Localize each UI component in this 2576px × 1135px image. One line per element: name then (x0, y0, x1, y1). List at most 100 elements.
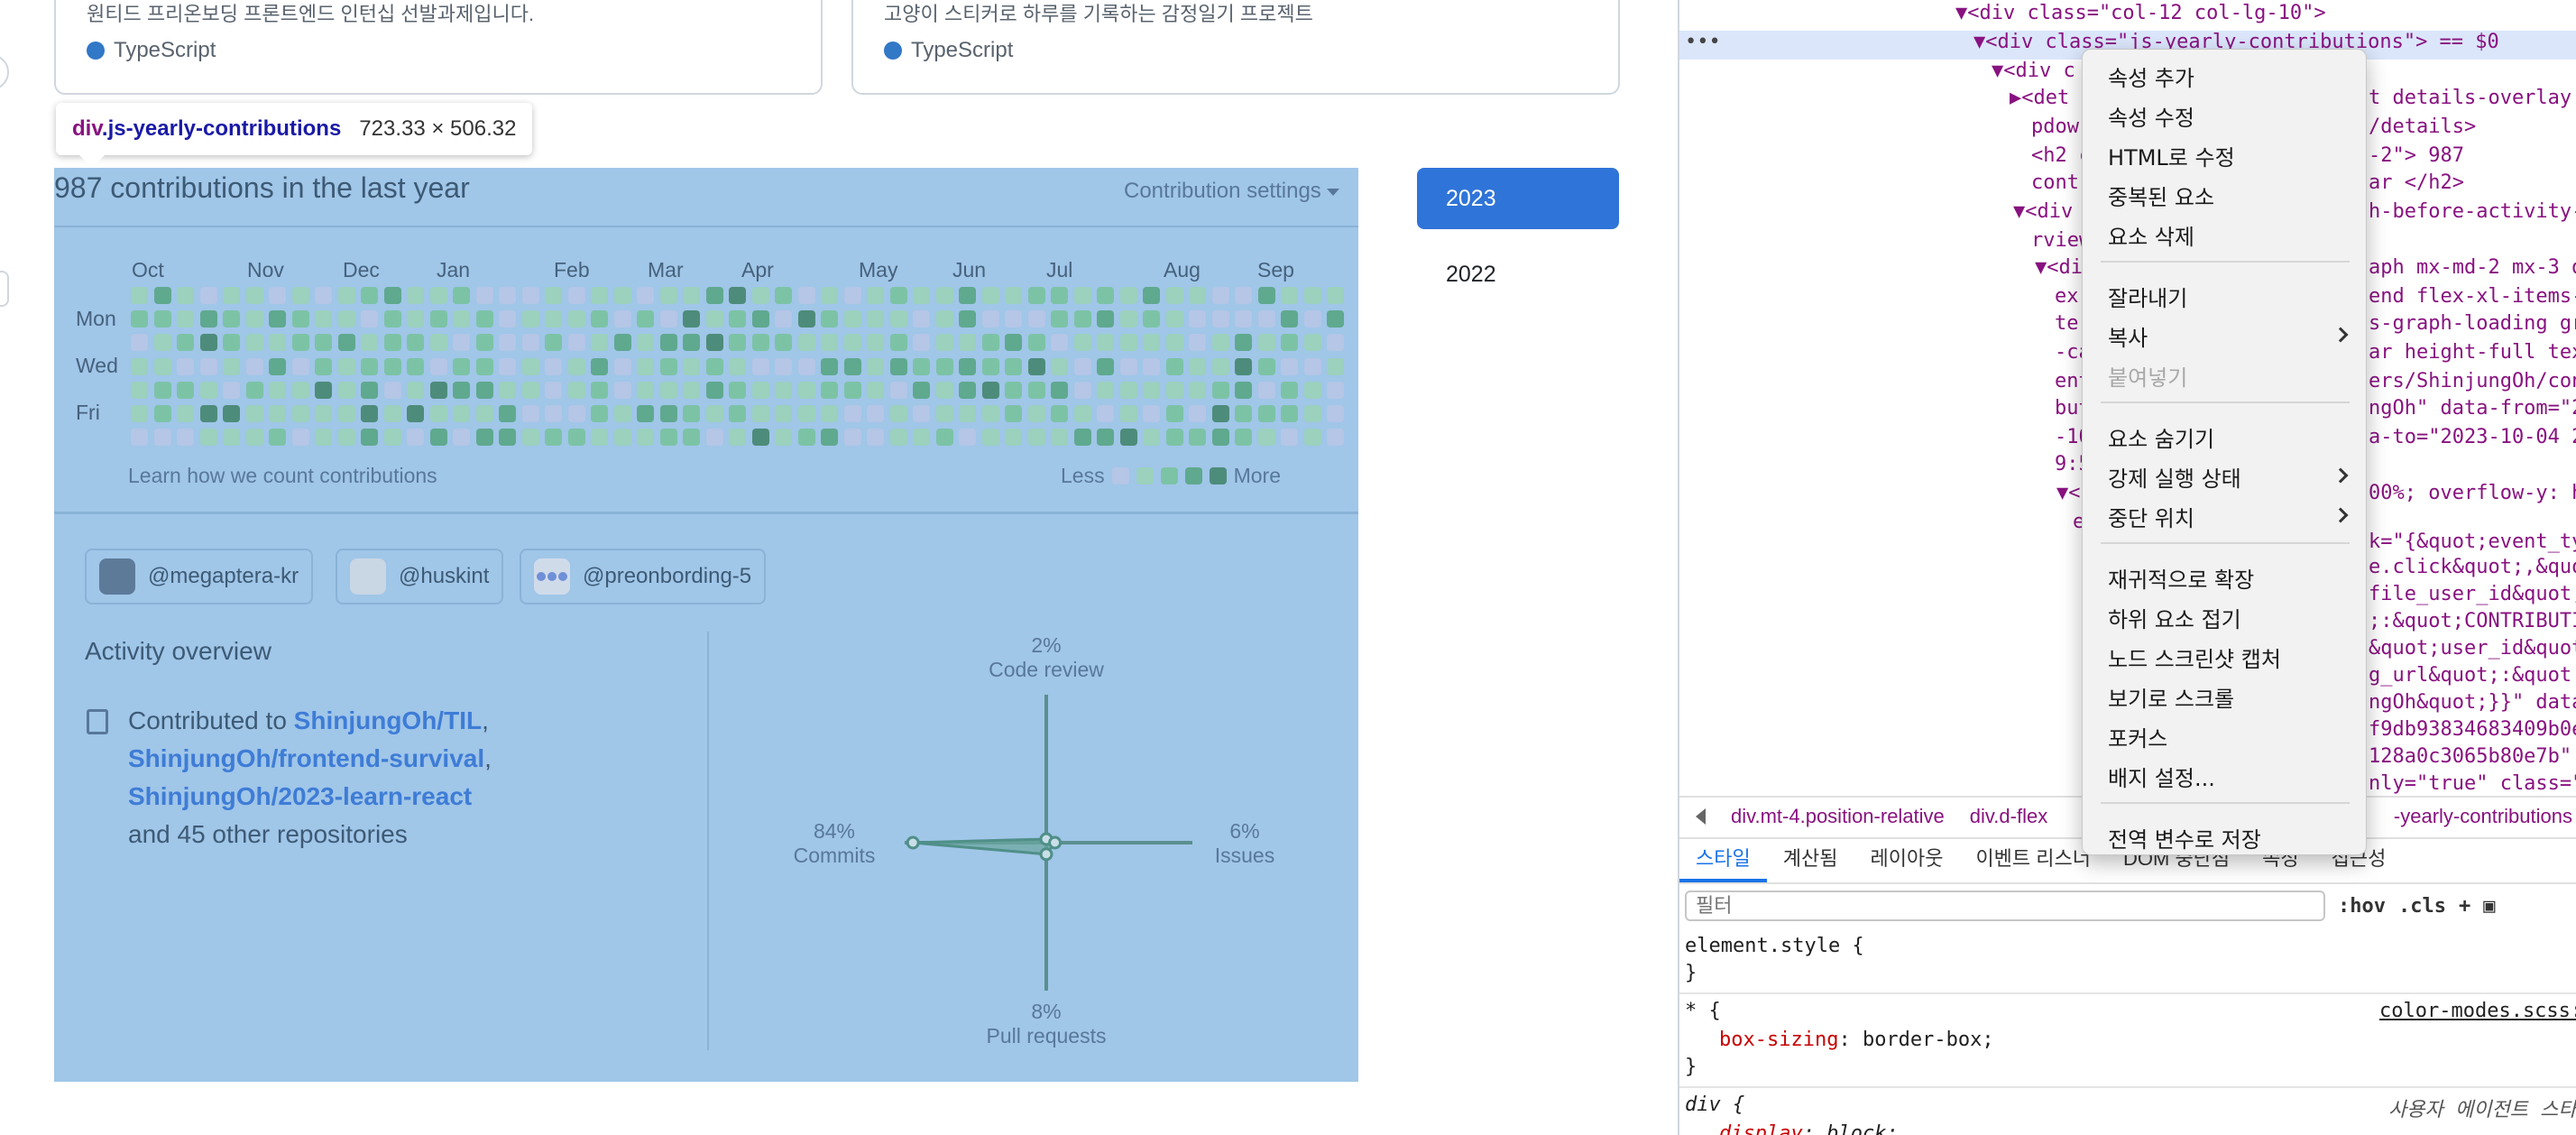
dom-attr-fragment[interactable]: f9db93834683409b0e (2369, 718, 2576, 741)
context-menu-item[interactable]: 요소 숨기기 (2108, 421, 2214, 453)
dom-attr-fragment[interactable]: a-to="2023-10-04 2 (2369, 426, 2576, 448)
dom-attr-fragment[interactable]: ngOh&quot;}}" data- (2369, 691, 2576, 714)
dom-attr-fragment[interactable]: file_user_id&quot; (2369, 583, 2576, 605)
menu-separator (2101, 401, 2350, 403)
dom-attr-fragment[interactable]: 128a0c3065b80e7b" (2369, 745, 2571, 768)
context-menu-item[interactable]: 전역 변수로 저장 (2108, 822, 2261, 854)
activity-point (906, 835, 920, 850)
submenu-arrow-icon (2332, 467, 2349, 484)
year-button-2022[interactable]: 2022 (1417, 245, 1619, 303)
dom-node-line[interactable]: ▼<div (2013, 200, 2073, 223)
user-agent-label: 사용자 에이전트 스타일 (2388, 1099, 2576, 1121)
dom-attr-fragment[interactable]: h-before-activity- (2369, 200, 2576, 223)
context-menu-item[interactable]: HTML로 수정 (2108, 140, 2235, 171)
inspect-tooltip: div.js-yearly-contributions 723.33 × 506… (56, 103, 533, 168)
commits-pct: 84% (813, 819, 856, 843)
styles-filter-input[interactable] (1685, 890, 2325, 921)
context-menu-item[interactable]: 속성 수정 (2108, 100, 2194, 132)
context-menu-item[interactable]: 강제 실행 상태 (2108, 461, 2241, 493)
add-rule-icon[interactable]: + (2459, 895, 2470, 918)
style-value: : border-box; (1838, 1029, 1994, 1051)
style-separator (1679, 1086, 2576, 1088)
dom-attr-fragment[interactable]: nly="true" class=" (2369, 772, 2576, 795)
code-review-text: Code review (989, 658, 1104, 681)
commits-label: 84% Commits (776, 819, 893, 868)
context-menu-item[interactable]: 보기로 스크롤 (2108, 681, 2234, 713)
breadcrumb-item[interactable]: div.d-flex (1970, 805, 2047, 828)
cls-toggle[interactable]: .cls (2398, 895, 2446, 918)
submenu-arrow-icon (2332, 507, 2349, 523)
context-menu-item[interactable]: 중단 위치 (2108, 501, 2194, 532)
dom-attr-fragment[interactable]: ngOh" data-from="2 (2369, 397, 2576, 420)
scroll-left-icon[interactable] (1696, 808, 1706, 825)
paint-icon[interactable]: ▣ (2483, 895, 2495, 918)
dom-attr-fragment[interactable]: ers/ShinjungOh/con (2369, 370, 2576, 392)
context-menu-item[interactable]: 배지 설정... (2108, 761, 2215, 792)
dom-attr-fragment[interactable]: -2"> 987 (2369, 144, 2464, 167)
hov-toggle[interactable]: :hov (2338, 895, 2386, 918)
issues-text: Issues (1214, 844, 1275, 867)
dom-attr-fragment[interactable]: ar height-full tex (2369, 341, 2576, 364)
style-declaration: display: block; (1719, 1122, 1899, 1135)
context-menu-item[interactable]: 노드 스크린샷 캡처 (2108, 641, 2281, 673)
context-menu: 속성 추가속성 수정 HTML로 수정중복된 요소요소 삭제잘라내기복사붙여넣기요… (2082, 49, 2367, 855)
dom-attr-fragment[interactable]: /details> (2369, 115, 2476, 138)
breadcrumb-item[interactable]: div.mt-4.position-relative (1731, 805, 1945, 828)
context-menu-item[interactable]: 요소 삭제 (2108, 219, 2194, 251)
dom-node-line[interactable]: ▶<det (2010, 87, 2069, 109)
context-menu-item: 붙여넣기 (2108, 365, 2188, 391)
dom-attr-fragment[interactable]: 00%; overflow-y: h (2369, 482, 2576, 504)
dom-attr-fragment[interactable]: s-graph-loading gr (2369, 312, 2576, 335)
year-button-2023[interactable]: 2023 (1417, 168, 1619, 229)
tooltip-class: .js-yearly-contributions (101, 116, 342, 141)
activity-point (1039, 847, 1053, 862)
context-menu-item[interactable]: 잘라내기 (2108, 281, 2187, 312)
context-menu-item[interactable]: 하위 요소 접기 (2108, 602, 2241, 633)
pull-requests-label: 8% Pull requests (956, 1000, 1136, 1048)
style-declaration[interactable]: box-sizing: border-box; (1719, 1029, 1994, 1051)
dom-attr-fragment[interactable]: &quot;user_id&quot (2369, 637, 2576, 660)
activity-point (1048, 835, 1063, 850)
dom-node-line[interactable]: ex (2055, 285, 2079, 308)
menu-separator (2101, 542, 2350, 544)
commits-text: Commits (793, 844, 876, 867)
dom-attr-fragment[interactable]: aph mx-md-2 mx-3 d (2369, 256, 2576, 279)
activity-shape (913, 837, 1057, 856)
dom-attr-fragment[interactable]: e.click&quot;,&quot (2369, 556, 2576, 578)
dom-attr-fragment[interactable]: ar </h2> (2369, 171, 2464, 194)
issues-label: 6% Issues (1191, 819, 1299, 868)
style-separator (1679, 992, 2576, 994)
dom-attr-fragment[interactable]: k="{&quot;event_typ (2369, 531, 2576, 553)
breadcrumb-item[interactable]: -yearly-contributions (2394, 805, 2572, 828)
dom-node-line[interactable]: ▼<div class="col-12 col-lg-10"> (1955, 2, 2326, 24)
dom-attr-fragment[interactable]: g_url&quot;:&quot (2369, 664, 2571, 687)
context-menu-item[interactable]: 중복된 요소 (2108, 180, 2214, 211)
dom-attr-fragment[interactable]: ;:&quot;CONTRIBUTI (2369, 610, 2576, 632)
tab-styles[interactable]: 스타일 (1679, 843, 1767, 882)
context-menu-item[interactable]: 복사 (2108, 320, 2148, 352)
style-source-link[interactable]: color-modes.scss: (2379, 1000, 2576, 1022)
context-menu-item[interactable]: 속성 추가 (2108, 60, 2194, 92)
more-icon[interactable]: ••• (1685, 31, 1721, 53)
context-menu-item[interactable]: 포커스 (2108, 721, 2167, 752)
dom-attr-fragment[interactable]: end flex-xl-items- (2369, 285, 2576, 308)
github-profile-page: 원티드 프리온보딩 프론트엔드 인턴십 선발과제입니다. TypeScript … (0, 0, 1678, 1135)
style-rule-selector[interactable]: div { (1685, 1093, 1744, 1116)
context-menu-item[interactable]: 재귀적으로 확장 (2108, 562, 2254, 594)
source-link-text[interactable]: color-modes.scss: (2379, 1000, 2576, 1022)
pull-requests-text: Pull requests (986, 1024, 1107, 1047)
dom-node-line[interactable]: ▼<di (2035, 256, 2083, 279)
style-rule-selector[interactable]: * { (1685, 1000, 1721, 1022)
submenu-arrow-icon (2332, 327, 2349, 343)
tab-computed[interactable]: 계산됨 (1767, 843, 1854, 882)
styles-filter-bar: :hov .cls + ▣ (1679, 886, 2576, 926)
dom-node-line[interactable]: ▼<div c (1992, 60, 2075, 82)
dom-attr-fragment[interactable]: t details-overlay (2369, 87, 2571, 109)
style-property: display (1719, 1122, 1803, 1135)
pull-requests-pct: 8% (1031, 1000, 1062, 1023)
style-property: box-sizing (1719, 1029, 1839, 1051)
menu-separator (2101, 261, 2350, 263)
style-rule-selector[interactable]: element.style { (1685, 935, 1864, 957)
dom-node-line[interactable]: ▼< (2056, 482, 2081, 504)
tab-layout[interactable]: 레이아웃 (1854, 843, 1959, 882)
